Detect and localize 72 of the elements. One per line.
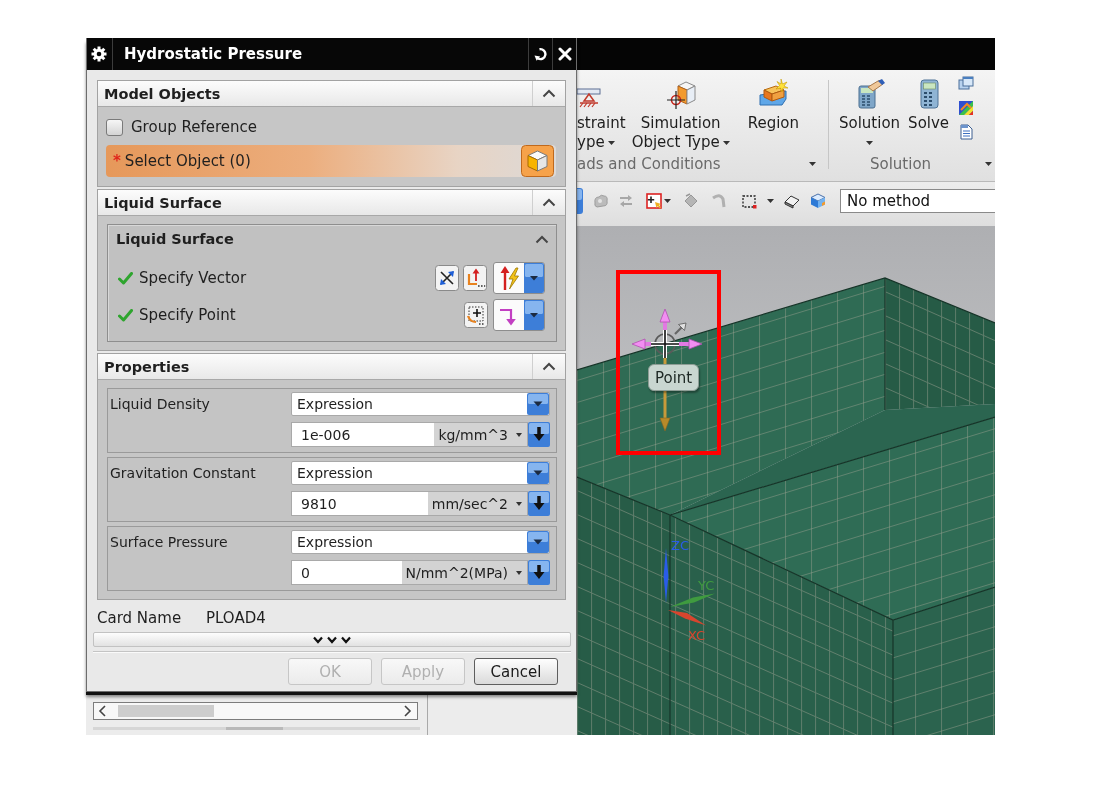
axis-label: YC [698,578,715,593]
section-title: Properties [103,358,191,375]
chevron-up-icon[interactable] [535,234,549,244]
caret-down-icon[interactable] [985,162,992,166]
window-stack-icon[interactable] [958,76,975,92]
ribbon-group-label: ads and Conditions [577,155,721,173]
caret-down-icon[interactable] [664,199,671,203]
point-type-dropdown[interactable] [493,299,545,331]
card-name-label: Card Name [97,609,183,627]
selection-label: Select Object (0) [124,152,252,170]
eraser-icon[interactable] [784,193,800,209]
caret-down-icon[interactable] [809,162,816,166]
horizontal-scrollbar[interactable] [93,702,418,720]
method-field[interactable]: No method [840,189,995,213]
caret-down-icon [524,300,544,330]
scrollbar-thumb[interactable] [226,727,283,730]
cross-arrows-icon[interactable] [435,265,459,291]
dialog-button[interactable]: Cancel [474,658,558,685]
chevron-up-icon[interactable] [542,198,556,207]
section-header[interactable]: Model Objects [98,81,565,107]
ribbon-button[interactable]: Simulation Object Type [631,78,730,152]
checkbox[interactable] [106,118,123,136]
caret-down-icon[interactable] [767,199,774,203]
axis-label: XC [688,628,706,643]
point-tooltip: Point [648,364,700,391]
curved-arrow-icon[interactable] [534,47,548,61]
caret-down-icon [527,531,549,553]
property-label: Gravitation Constant [110,464,256,483]
section-header[interactable]: Liquid Surface [98,190,565,216]
chevron-up-icon[interactable] [542,89,556,98]
mode-dropdown[interactable]: Expression [291,392,550,416]
ribbon-button[interactable]: straint ype [577,78,626,152]
crosshair-dots-icon[interactable] [464,302,488,328]
property-label: Surface Pressure [110,533,228,552]
ribbon-button[interactable]: Solve [908,78,950,133]
caret-down-icon [527,462,549,484]
ribbon-button[interactable]: Region [747,78,800,133]
contour-plot-icon[interactable] [958,100,975,116]
cube-icon[interactable] [521,145,554,177]
step-label: Specify Point [139,306,236,324]
settings-icon[interactable] [91,46,107,62]
section-title: Model Objects [103,85,222,102]
move-handle[interactable] [631,308,703,360]
section-header[interactable]: Properties [98,354,565,380]
mode-dropdown[interactable]: Expression [291,461,550,485]
checkbox-label: Group Reference [131,118,257,136]
cube-icon[interactable] [810,193,826,209]
step-label: Specify Vector [139,269,247,287]
caret-down-icon [524,263,544,293]
chevron-left-icon[interactable] [98,705,106,717]
chevrons-down-icon [313,635,351,644]
plus-box-icon[interactable] [646,193,662,209]
dashed-box-icon[interactable] [741,193,757,209]
ribbon-button[interactable]: Solution [839,78,901,152]
chevron-right-icon[interactable] [404,705,412,717]
close-icon[interactable] [558,47,572,61]
caret-down-icon [527,393,549,415]
arrow-dots-icon[interactable] [463,265,487,291]
property-label: Liquid Density [110,395,210,414]
axis-label: ZC [671,538,689,553]
mode-dropdown[interactable]: Expression [291,530,550,554]
scrollbar-thumb[interactable] [118,705,214,717]
chevron-up-icon[interactable] [542,362,556,371]
section-title: Liquid Surface [103,194,223,211]
dialog-title: Hydrostatic Pressure [124,45,303,63]
ribbon-group-label: Solution [870,155,932,173]
vector-type-dropdown[interactable] [493,262,545,294]
group-title: Liquid Surface [116,231,235,247]
required-mark: * [113,152,121,170]
selection-row[interactable]: * Select Object (0) [106,145,556,177]
document-icon[interactable] [958,124,975,140]
card-name-value: PLOAD4 [206,609,266,627]
